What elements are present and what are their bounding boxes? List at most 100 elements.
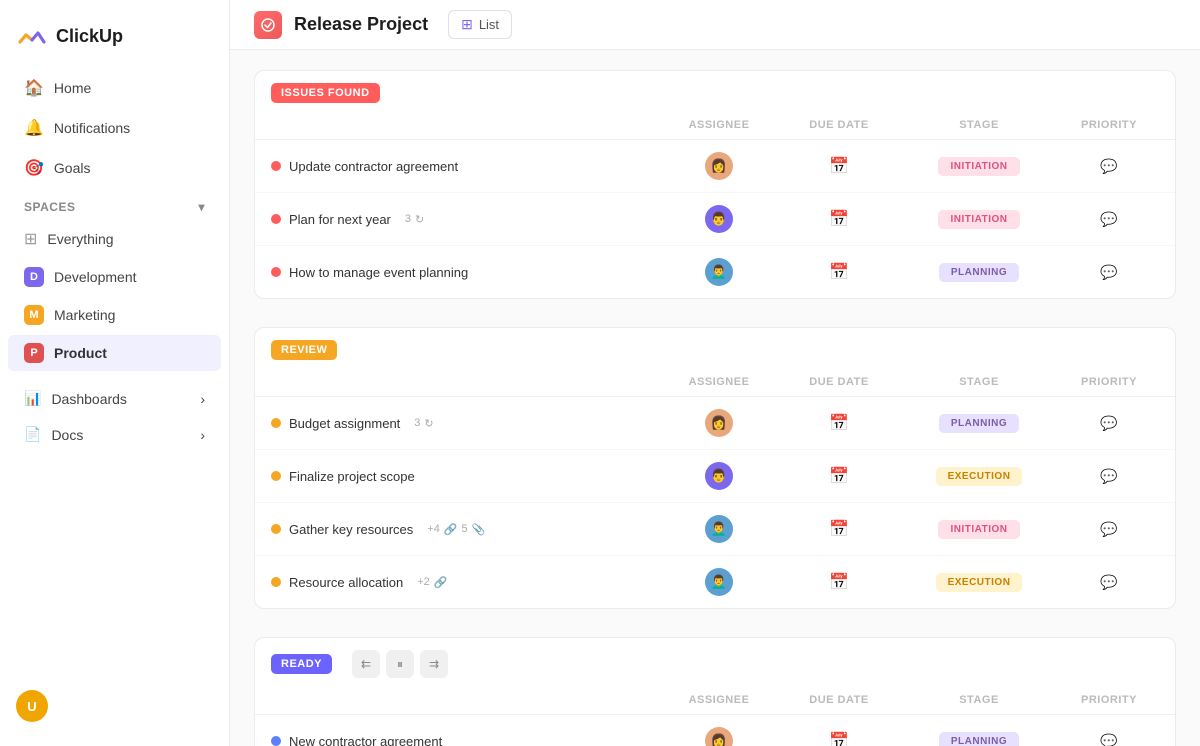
sidebar-item-docs[interactable]: 📄 Docs › bbox=[8, 417, 221, 452]
stage-badge: PLANNING bbox=[939, 732, 1019, 746]
task-dot-yellow bbox=[271, 577, 281, 587]
task-cell: How to manage event planning bbox=[271, 265, 659, 280]
priority-icon: 💬 bbox=[1100, 468, 1117, 485]
review-table-header: ASSIGNEE DUE DATE STAGE PRIORITY bbox=[255, 368, 1175, 397]
priority-cell: 💬 bbox=[1059, 264, 1159, 281]
review-badge: REVIEW bbox=[271, 340, 337, 360]
calendar-icon: 📅 bbox=[829, 156, 849, 176]
sidebar-item-development[interactable]: D Development bbox=[8, 259, 221, 295]
sidebar-item-notifications[interactable]: 🔔 Notifications bbox=[8, 109, 221, 147]
top-bar: Release Project ⊞ List bbox=[230, 0, 1200, 50]
task-cell: Gather key resources +4 🔗 5 📎 bbox=[271, 522, 659, 537]
task-meta: 3 ↻ bbox=[414, 417, 433, 430]
task-meta: +2 🔗 bbox=[417, 576, 447, 589]
project-title: Release Project bbox=[294, 14, 428, 35]
priority-icon: 💬 bbox=[1100, 574, 1117, 591]
th-stage: STAGE bbox=[899, 694, 1059, 706]
sidebar-item-product[interactable]: P Product bbox=[8, 335, 221, 371]
meta-count: 3 bbox=[405, 213, 411, 225]
assignee-cell: 👨 bbox=[659, 205, 779, 233]
table-row[interactable]: Update contractor agreement 👩 📅 INITIATI… bbox=[255, 140, 1175, 193]
issues-badge: ISSUES FOUND bbox=[271, 83, 380, 103]
task-dot-yellow bbox=[271, 418, 281, 428]
stage-badge: INITIATION bbox=[938, 210, 1019, 229]
logo-text: ClickUp bbox=[56, 26, 123, 47]
date-cell: 📅 bbox=[779, 262, 899, 282]
date-cell: 📅 bbox=[779, 466, 899, 486]
table-row[interactable]: Gather key resources +4 🔗 5 📎 👨‍🦱 📅 INIT… bbox=[255, 503, 1175, 556]
task-dot-red bbox=[271, 161, 281, 171]
sidebar-dashboards-section: 📊 Dashboards › 📄 Docs › bbox=[0, 380, 229, 453]
stage-cell: PLANNING bbox=[899, 263, 1059, 282]
priority-cell: 💬 bbox=[1059, 574, 1159, 591]
task-dot-red bbox=[271, 214, 281, 224]
development-badge: D bbox=[24, 267, 44, 287]
stage-cell: PLANNING bbox=[899, 732, 1059, 746]
calendar-icon: 📅 bbox=[829, 209, 849, 229]
date-cell: 📅 bbox=[779, 209, 899, 229]
meta-count: 3 bbox=[414, 417, 420, 429]
stage-cell: INITIATION bbox=[899, 157, 1059, 176]
control-btn-2[interactable]: ⏸ bbox=[386, 650, 414, 678]
sidebar-item-marketing[interactable]: M Marketing bbox=[8, 297, 221, 333]
sidebar-item-everything-label: Everything bbox=[47, 231, 113, 247]
th-duedate: DUE DATE bbox=[779, 119, 899, 131]
priority-icon: 💬 bbox=[1100, 733, 1117, 746]
logo-area: ClickUp bbox=[0, 12, 229, 68]
task-cell: New contractor agreement bbox=[271, 734, 659, 746]
th-priority: PRIORITY bbox=[1059, 694, 1159, 706]
goals-icon: 🎯 bbox=[24, 158, 44, 178]
sidebar-item-goals-label: Goals bbox=[54, 160, 91, 176]
ready-table-header: ASSIGNEE DUE DATE STAGE PRIORITY bbox=[255, 686, 1175, 715]
sidebar-item-goals[interactable]: 🎯 Goals bbox=[8, 149, 221, 187]
dashboards-icon: 📊 bbox=[24, 390, 41, 407]
stage-badge: EXECUTION bbox=[936, 573, 1023, 592]
priority-icon: 💬 bbox=[1100, 521, 1117, 538]
th-task bbox=[271, 376, 659, 388]
date-cell: 📅 bbox=[779, 156, 899, 176]
project-icon bbox=[254, 11, 282, 39]
main-content: Release Project ⊞ List ISSUES FOUND ASSI… bbox=[230, 0, 1200, 746]
list-icon: ⊞ bbox=[461, 16, 473, 33]
table-row[interactable]: Budget assignment 3 ↻ 👩 📅 PLANNING 💬 bbox=[255, 397, 1175, 450]
priority-cell: 💬 bbox=[1059, 468, 1159, 485]
calendar-icon: 📅 bbox=[829, 466, 849, 486]
task-cell: Budget assignment 3 ↻ bbox=[271, 416, 659, 431]
list-view-button[interactable]: ⊞ List bbox=[448, 10, 512, 39]
table-row[interactable]: Finalize project scope 👨 📅 EXECUTION 💬 bbox=[255, 450, 1175, 503]
sidebar-item-everything[interactable]: ⊞ Everything bbox=[8, 221, 221, 257]
paperclip-icon: 📎 bbox=[472, 523, 486, 536]
table-row[interactable]: Plan for next year 3 ↻ 👨 📅 INITIATION 💬 bbox=[255, 193, 1175, 246]
th-task bbox=[271, 694, 659, 706]
table-row[interactable]: How to manage event planning 👨‍🦱 📅 PLANN… bbox=[255, 246, 1175, 298]
user-avatar-area[interactable]: U bbox=[0, 678, 229, 734]
task-dot-red bbox=[271, 267, 281, 277]
task-name: How to manage event planning bbox=[289, 265, 468, 280]
task-cell: Resource allocation +2 🔗 bbox=[271, 575, 659, 590]
review-section-header: REVIEW bbox=[255, 328, 1175, 360]
marketing-badge: M bbox=[24, 305, 44, 325]
spaces-section-header: Spaces ▾ bbox=[8, 188, 221, 220]
calendar-icon: 📅 bbox=[829, 572, 849, 592]
sidebar-item-home[interactable]: 🏠 Home bbox=[8, 69, 221, 107]
control-btn-3[interactable]: ⇉ bbox=[420, 650, 448, 678]
date-cell: 📅 bbox=[779, 731, 899, 746]
priority-icon: 💬 bbox=[1100, 264, 1117, 281]
table-row[interactable]: Resource allocation +2 🔗 👨‍🦱 📅 EXECUTION bbox=[255, 556, 1175, 608]
control-btn-1[interactable]: ⇇ bbox=[352, 650, 380, 678]
task-cell: Plan for next year 3 ↻ bbox=[271, 212, 659, 227]
task-meta: 3 ↻ bbox=[405, 213, 424, 226]
table-row[interactable]: New contractor agreement 👩 📅 PLANNING 💬 bbox=[255, 715, 1175, 746]
th-duedate: DUE DATE bbox=[779, 694, 899, 706]
th-task bbox=[271, 119, 659, 131]
review-section: REVIEW ASSIGNEE DUE DATE STAGE PRIORITY … bbox=[254, 327, 1176, 609]
stage-badge: EXECUTION bbox=[936, 467, 1023, 486]
user-avatar: U bbox=[16, 690, 48, 722]
avatar: 👨‍🦱 bbox=[705, 515, 733, 543]
task-meta: +4 🔗 5 📎 bbox=[427, 523, 485, 536]
stage-cell: EXECUTION bbox=[899, 467, 1059, 486]
sidebar-item-dashboards[interactable]: 📊 Dashboards › bbox=[8, 381, 221, 416]
chevron-down-icon: ▾ bbox=[198, 200, 205, 214]
sidebar-item-notifications-label: Notifications bbox=[54, 120, 130, 136]
assignee-cell: 👨 bbox=[659, 462, 779, 490]
